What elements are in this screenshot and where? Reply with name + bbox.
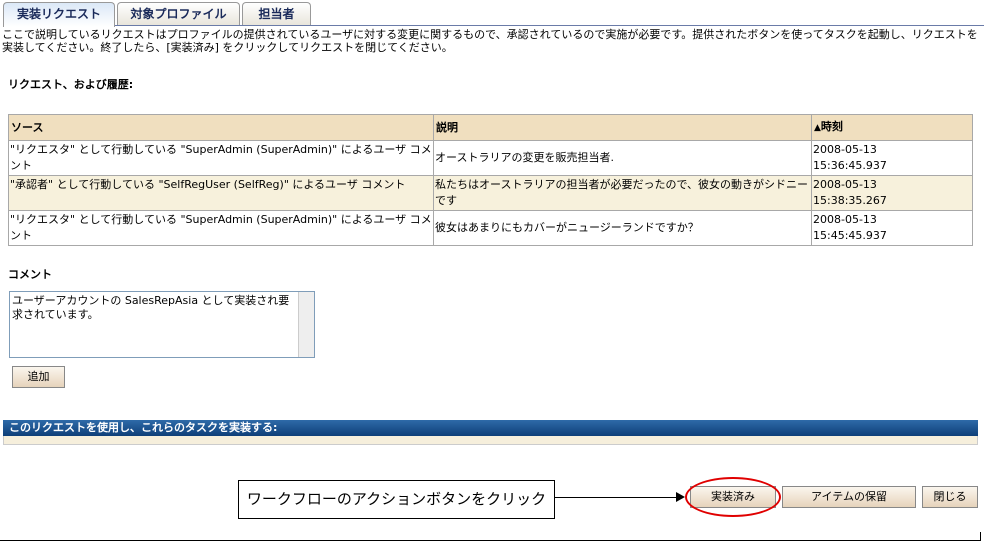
source-cell: "リクエスタ" として行動している "SuperAdmin (SuperAdmi…	[8, 140, 434, 176]
bottom-divider-tick	[980, 532, 981, 541]
tab-implement-request[interactable]: 実装リクエスト	[3, 2, 115, 27]
tasks-section-body	[3, 436, 978, 445]
time-cell: 2008-05-13 15:38:35.267	[811, 175, 973, 211]
date: 2008-05-13	[813, 178, 877, 191]
comment-label: コメント	[8, 268, 52, 281]
description-cell: 彼女はあまりにもカバーがニュージーランドですか？	[433, 210, 812, 246]
comment-scrollbar[interactable]	[298, 292, 314, 357]
column-header-description[interactable]: 説明	[433, 114, 812, 141]
date: 2008-05-13	[813, 143, 877, 156]
time: 15:38:35.267	[813, 194, 887, 207]
hold-item-button[interactable]: アイテムの保留	[782, 486, 916, 508]
time-cell: 2008-05-13 15:45:45.937	[811, 210, 973, 246]
sort-ascending-icon: ▲	[814, 123, 821, 133]
date: 2008-05-13	[813, 213, 877, 226]
annotation-callout: ワークフローのアクションボタンをクリック	[238, 480, 555, 519]
history-heading: リクエスト、および履歴:	[8, 78, 134, 91]
time: 15:45:45.937	[813, 229, 887, 242]
history-table: ソース 説明 ▲時刻 "リクエスタ" として行動している "SuperAdmin…	[8, 114, 973, 246]
instructions-text: ここで説明しているリクエストはプロファイルの提供されているユーザに対する変更に関…	[2, 28, 978, 54]
table-row: "承認者" として行動している "SelfRegUser (SelfReg)" …	[8, 175, 973, 211]
description-cell: 私たちはオーストラリアの担当者が必要だったので、彼女の動きがシドニーです	[433, 175, 812, 211]
tab-divider	[115, 25, 984, 26]
tasks-section-header: このリクエストを使用し、これらのタスクを実装する:	[3, 420, 978, 436]
source-cell: "リクエスタ" として行動している "SuperAdmin (SuperAdmi…	[8, 210, 434, 246]
annotation-arrow-line	[555, 497, 677, 498]
table-row: "リクエスタ" として行動している "SuperAdmin (SuperAdmi…	[8, 210, 973, 246]
arrow-head-icon	[676, 492, 685, 502]
add-comment-button[interactable]: 追加	[12, 366, 65, 388]
time-header-label: 時刻	[820, 120, 843, 133]
time-cell: 2008-05-13 15:36:45.937	[811, 140, 973, 176]
description-cell: オーストラリアの変更を販売担当者.	[433, 140, 812, 176]
tab-target-profile[interactable]: 対象プロファイル	[117, 2, 240, 26]
highlight-ellipse	[685, 477, 781, 517]
comment-textarea[interactable]: ユーザーアカウントの SalesRepAsia として実装され要求されています。	[9, 291, 315, 358]
bottom-divider	[0, 540, 981, 541]
source-cell: "承認者" として行動している "SelfRegUser (SelfReg)" …	[8, 175, 434, 211]
column-header-time[interactable]: ▲時刻	[811, 114, 973, 141]
tab-assignee[interactable]: 担当者	[242, 2, 311, 26]
close-button[interactable]: 閉じる	[922, 486, 978, 508]
column-header-source[interactable]: ソース	[8, 114, 434, 141]
time: 15:36:45.937	[813, 159, 887, 172]
table-row: "リクエスタ" として行動している "SuperAdmin (SuperAdmi…	[8, 140, 973, 176]
